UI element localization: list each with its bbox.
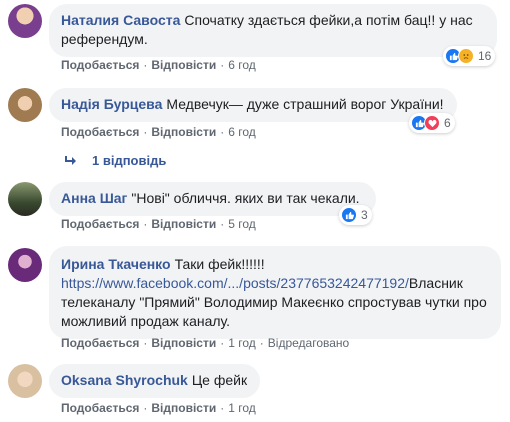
- reply-link[interactable]: Відповісти: [151, 125, 216, 139]
- comment-author[interactable]: Oksana Shyrochuk: [61, 372, 188, 388]
- separator: ·: [220, 58, 225, 72]
- comment-actions: Подобається · Відповісти · 6 год: [61, 58, 256, 72]
- reply-link[interactable]: Відповісти: [151, 217, 216, 231]
- like-link[interactable]: Подобається: [61, 401, 139, 415]
- like-link[interactable]: Подобається: [61, 125, 139, 139]
- comment-text: Медвечук— дуже страшний ворог України!: [166, 96, 444, 112]
- timestamp[interactable]: 6 год: [228, 58, 256, 72]
- comment-author[interactable]: Анна Шаг: [61, 190, 127, 206]
- comment-text: "Нові" обличчя. яких ви так чекали.: [131, 190, 360, 206]
- reaction-count: 3: [361, 208, 368, 222]
- separator: ·: [143, 125, 148, 139]
- reaction-summary[interactable]: 3: [339, 205, 372, 225]
- separator: ·: [143, 58, 148, 72]
- avatar[interactable]: [8, 364, 42, 398]
- timestamp[interactable]: 1 год: [228, 336, 256, 350]
- avatar[interactable]: [8, 248, 42, 282]
- comment-actions: Подобається · Відповісти · 5 год: [61, 217, 256, 231]
- separator: ·: [220, 336, 225, 350]
- comment-bubble: Надія Бурцева Медвечук— дуже страшний вор…: [49, 88, 457, 122]
- timestamp[interactable]: 5 год: [228, 217, 256, 231]
- timestamp[interactable]: 6 год: [228, 125, 256, 139]
- comment-author[interactable]: Наталия Савоста: [61, 12, 180, 28]
- comment-actions: Подобається · Відповісти · 1 год: [61, 401, 256, 415]
- separator: ·: [259, 336, 264, 350]
- post-link[interactable]: https://www.facebook.com/.../posts/23776…: [61, 275, 409, 291]
- comment-author[interactable]: Надія Бурцева: [61, 96, 162, 112]
- replies-count: 1 відповідь: [92, 153, 167, 168]
- reply-link[interactable]: Відповісти: [151, 58, 216, 72]
- reaction-count: 6: [444, 116, 451, 130]
- comment-bubble: Ирина Ткаченко Таки фейк!!!!!! https://www…: [49, 246, 501, 339]
- separator: ·: [220, 401, 225, 415]
- reply-link[interactable]: Відповісти: [151, 401, 216, 415]
- separator: ·: [220, 217, 225, 231]
- reply-link[interactable]: Відповісти: [151, 336, 216, 350]
- reaction-summary[interactable]: 6: [409, 113, 455, 133]
- avatar[interactable]: [8, 4, 42, 38]
- separator: ·: [143, 336, 148, 350]
- sad-reaction-icon: [458, 48, 474, 64]
- comment-text: Таки фейк!!!!!!: [174, 256, 265, 272]
- comment-actions: Подобається · Відповісти · 1 год · Відредагова…: [61, 336, 349, 350]
- separator: ·: [220, 125, 225, 139]
- comment-bubble: Oksana Shyrochuk Це фейк: [49, 364, 260, 398]
- comment-bubble: Наталия Савоста Спочатку здається фейки,а…: [49, 4, 497, 57]
- like-link[interactable]: Подобається: [61, 336, 139, 350]
- reaction-count: 16: [478, 49, 492, 63]
- love-reaction-icon: [424, 115, 440, 131]
- reaction-summary[interactable]: 16: [443, 46, 496, 66]
- comment-actions: Подобається · Відповісти · 6 год: [61, 125, 256, 139]
- reply-arrow-icon: [65, 155, 76, 165]
- avatar[interactable]: [8, 88, 42, 122]
- timestamp[interactable]: 1 год: [228, 401, 256, 415]
- separator: ·: [143, 401, 148, 415]
- avatar[interactable]: [8, 182, 42, 216]
- like-reaction-icon: [341, 207, 357, 223]
- like-link[interactable]: Подобається: [61, 217, 139, 231]
- view-replies-link[interactable]: 1 відповідь: [64, 153, 166, 168]
- comment-author[interactable]: Ирина Ткаченко: [61, 256, 171, 272]
- edited-label[interactable]: Відредаговано: [268, 336, 349, 350]
- comment-text: Це фейк: [191, 372, 248, 388]
- comment-bubble: Анна Шаг "Нові" обличчя. яких ви так чека…: [49, 182, 376, 216]
- separator: ·: [143, 217, 148, 231]
- like-link[interactable]: Подобається: [61, 58, 139, 72]
